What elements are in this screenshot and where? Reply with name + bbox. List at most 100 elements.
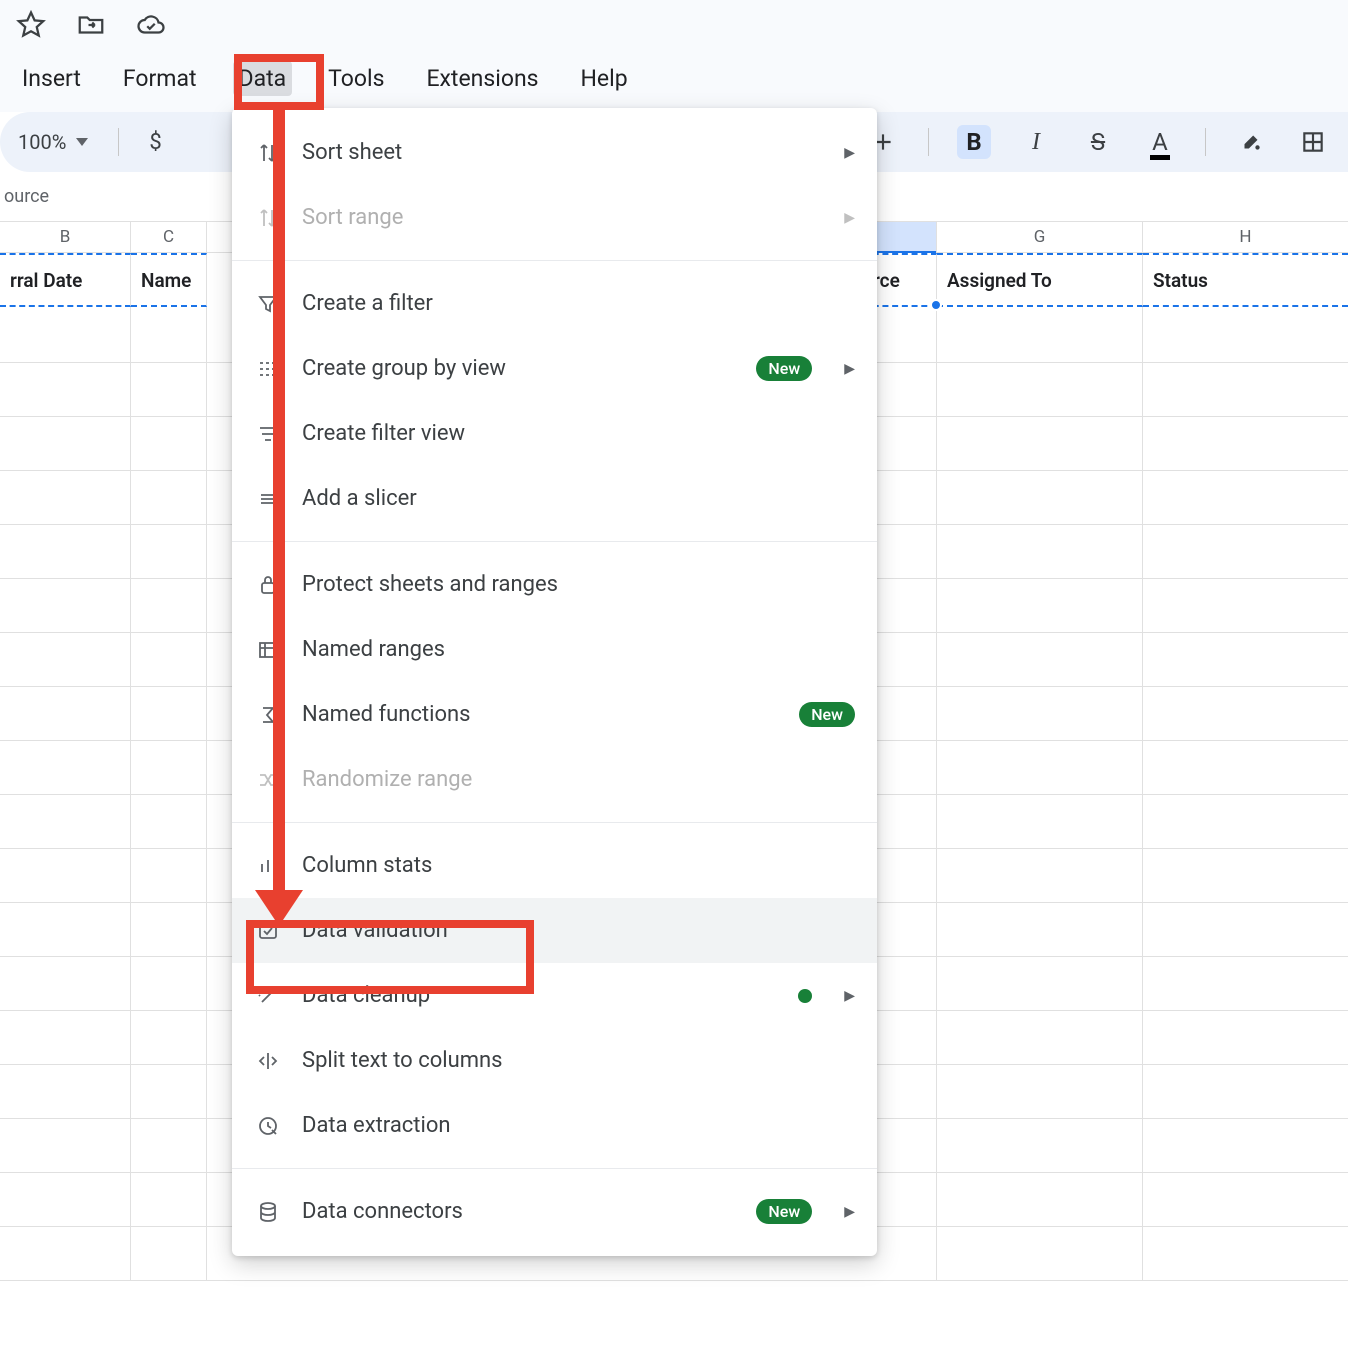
cell[interactable] xyxy=(1143,847,1348,903)
menu-item-protect-sheets[interactable]: Protect sheets and ranges xyxy=(232,552,877,617)
cell[interactable] xyxy=(0,523,131,579)
cell[interactable] xyxy=(0,1171,131,1227)
header-cell-name[interactable]: Name xyxy=(131,253,207,307)
cell[interactable] xyxy=(937,469,1143,525)
cell[interactable] xyxy=(1143,361,1348,417)
cell[interactable] xyxy=(1143,523,1348,579)
cell[interactable] xyxy=(937,1225,1143,1281)
cell[interactable] xyxy=(1143,955,1348,1011)
cell[interactable] xyxy=(937,1171,1143,1227)
cell[interactable] xyxy=(0,361,131,417)
menu-tools[interactable]: Tools xyxy=(322,61,390,96)
cell[interactable] xyxy=(0,469,131,525)
cell[interactable] xyxy=(1143,1063,1348,1119)
menu-item-split-text[interactable]: Split text to columns xyxy=(232,1028,877,1093)
cell[interactable] xyxy=(1143,793,1348,849)
fill-color-button[interactable] xyxy=(1234,125,1268,159)
cell[interactable] xyxy=(1143,415,1348,471)
cell[interactable] xyxy=(0,901,131,957)
cell[interactable] xyxy=(131,1063,207,1119)
cell[interactable] xyxy=(1143,469,1348,525)
cell[interactable] xyxy=(937,739,1143,795)
cell[interactable] xyxy=(0,577,131,633)
cell[interactable] xyxy=(937,361,1143,417)
cell[interactable] xyxy=(0,307,131,363)
menu-item-named-functions[interactable]: Named functions New xyxy=(232,682,877,747)
col-header-C[interactable]: C xyxy=(131,222,207,252)
cell[interactable] xyxy=(1143,739,1348,795)
cell[interactable] xyxy=(131,901,207,957)
col-header-B[interactable]: B xyxy=(0,222,131,252)
cell[interactable] xyxy=(0,955,131,1011)
star-icon[interactable] xyxy=(16,10,46,45)
menu-item-create-filter-view[interactable]: Create filter view xyxy=(232,401,877,466)
cell[interactable] xyxy=(1143,307,1348,363)
cell[interactable] xyxy=(1143,1225,1348,1281)
menu-item-create-group-by-view[interactable]: Create group by view New ▶ xyxy=(232,336,877,401)
currency-format-button[interactable]: $ xyxy=(149,130,161,155)
header-cell-referral-date[interactable]: rral Date xyxy=(0,253,131,307)
cell[interactable] xyxy=(131,739,207,795)
cell[interactable] xyxy=(937,793,1143,849)
move-to-icon[interactable] xyxy=(76,10,106,45)
header-cell-status[interactable]: Status xyxy=(1143,253,1348,307)
menu-item-add-slicer[interactable]: Add a slicer xyxy=(232,466,877,531)
col-header-G[interactable]: G xyxy=(937,222,1143,252)
menu-item-create-filter[interactable]: Create a filter xyxy=(232,271,877,336)
cell[interactable] xyxy=(937,631,1143,687)
cloud-saved-icon[interactable] xyxy=(136,10,166,45)
menu-format[interactable]: Format xyxy=(117,61,203,96)
menu-item-data-extraction[interactable]: Data extraction xyxy=(232,1093,877,1158)
cell[interactable] xyxy=(0,415,131,471)
zoom-selector[interactable]: 100% xyxy=(18,130,88,154)
cell[interactable] xyxy=(131,793,207,849)
cell[interactable] xyxy=(131,955,207,1011)
cell[interactable] xyxy=(131,523,207,579)
cell[interactable] xyxy=(131,415,207,471)
col-header-H[interactable]: H xyxy=(1143,222,1348,252)
bold-button[interactable]: B xyxy=(957,125,991,159)
cell[interactable] xyxy=(0,1009,131,1065)
cell[interactable] xyxy=(1143,1009,1348,1065)
cell[interactable] xyxy=(0,1063,131,1119)
cell[interactable] xyxy=(1143,685,1348,741)
text-color-button[interactable]: A xyxy=(1143,125,1177,159)
cell[interactable] xyxy=(0,793,131,849)
cell[interactable] xyxy=(131,307,207,363)
cell[interactable] xyxy=(937,1063,1143,1119)
cell[interactable] xyxy=(131,577,207,633)
cell[interactable] xyxy=(0,847,131,903)
cell[interactable] xyxy=(0,685,131,741)
cell[interactable] xyxy=(131,1009,207,1065)
cell[interactable] xyxy=(937,955,1143,1011)
menu-item-data-cleanup[interactable]: Data cleanup ▶ xyxy=(232,963,877,1028)
cell[interactable] xyxy=(0,1117,131,1173)
cell[interactable] xyxy=(937,307,1143,363)
menu-extensions[interactable]: Extensions xyxy=(420,61,544,96)
menu-data[interactable]: Data xyxy=(233,61,293,96)
cell[interactable] xyxy=(131,1225,207,1281)
borders-button[interactable] xyxy=(1296,125,1330,159)
menu-help[interactable]: Help xyxy=(575,61,634,96)
cell[interactable] xyxy=(0,631,131,687)
cell[interactable] xyxy=(131,361,207,417)
menu-item-data-validation[interactable]: Data validation xyxy=(232,898,877,963)
cell[interactable] xyxy=(937,523,1143,579)
cell[interactable] xyxy=(1143,1117,1348,1173)
cell[interactable] xyxy=(1143,577,1348,633)
cell[interactable] xyxy=(131,847,207,903)
cell[interactable] xyxy=(937,847,1143,903)
cell[interactable] xyxy=(131,631,207,687)
cell[interactable] xyxy=(131,685,207,741)
cell[interactable] xyxy=(937,901,1143,957)
cell[interactable] xyxy=(131,469,207,525)
cell[interactable] xyxy=(0,1225,131,1281)
strikethrough-button[interactable]: S xyxy=(1081,125,1115,159)
cell[interactable] xyxy=(937,577,1143,633)
cell[interactable] xyxy=(1143,1171,1348,1227)
menu-item-sort-sheet[interactable]: Sort sheet ▶ xyxy=(232,120,877,185)
cell[interactable] xyxy=(937,1117,1143,1173)
cell[interactable] xyxy=(1143,631,1348,687)
selection-handle[interactable] xyxy=(930,299,942,311)
cell[interactable] xyxy=(0,739,131,795)
